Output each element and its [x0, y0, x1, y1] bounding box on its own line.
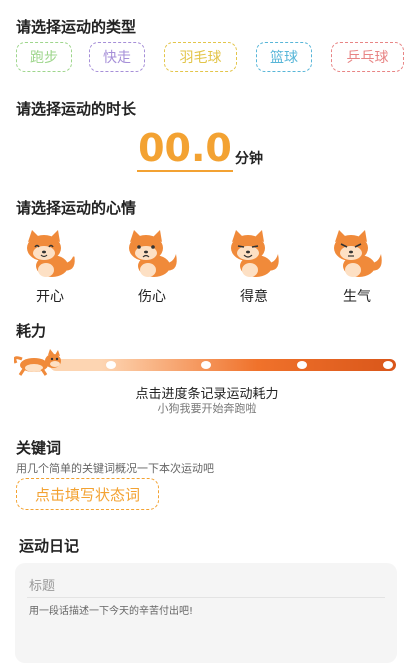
duration-unit: 分钟	[235, 151, 263, 167]
mood-option-angry[interactable]: 生气	[326, 230, 388, 306]
effort-step-dot[interactable]	[383, 361, 393, 369]
mood-label-sad: 伤心	[138, 289, 166, 305]
smug-fox-icon	[231, 230, 279, 277]
keyword-subtitle: 用几个简单的关键词概况一下本次运动吧	[16, 462, 214, 475]
chip-brisk-walk[interactable]: 快走	[89, 42, 145, 72]
mood-option-smug[interactable]: 得意	[223, 230, 285, 306]
diary-body-input[interactable]: 用一段话描述一下今天的辛苦付出吧!	[29, 602, 193, 617]
diary-title-input[interactable]: 标题	[29, 575, 55, 594]
angry-fox-icon	[334, 230, 382, 277]
mood-option-sad[interactable]: 伤心	[121, 230, 183, 306]
effort-step-dot[interactable]	[201, 361, 211, 369]
type-section-title: 请选择运动的类型	[16, 18, 137, 36]
sad-fox-icon	[129, 230, 177, 277]
duration-section-title: 请选择运动的时长	[16, 100, 137, 118]
diary-card: 标题 用一段话描述一下今天的辛苦付出吧!	[15, 563, 397, 663]
chip-badminton[interactable]: 羽毛球	[164, 42, 237, 72]
duration-value[interactable]: 00.0	[137, 128, 233, 168]
running-dog-icon[interactable]	[14, 349, 62, 377]
happy-fox-icon	[27, 230, 75, 277]
chip-running[interactable]: 跑步	[16, 42, 72, 72]
mood-section-title: 请选择运动的心情	[16, 199, 137, 217]
chip-table-tennis[interactable]: 乒乓球	[331, 42, 404, 72]
effort-section-title: 耗力	[16, 322, 47, 340]
effort-subhint: 小狗我要开始奔跑啦	[157, 402, 257, 415]
duration-picker[interactable]: 00.0 分钟	[0, 128, 414, 174]
effort-progress-track[interactable]	[50, 359, 396, 371]
mood-label-angry: 生气	[343, 289, 371, 305]
diary-section-title: 运动日记	[19, 537, 80, 555]
mood-option-happy[interactable]: 开心	[19, 230, 81, 306]
keyword-section-title: 关键词	[16, 439, 62, 457]
add-keyword-button[interactable]: 点击填写状态词	[16, 478, 159, 510]
mood-label-happy: 开心	[36, 289, 64, 305]
effort-step-dot[interactable]	[297, 361, 307, 369]
mood-label-smug: 得意	[240, 289, 268, 305]
duration-underline	[137, 170, 233, 172]
diary-divider	[27, 597, 385, 598]
effort-step-dot[interactable]	[106, 361, 116, 369]
chip-basketball[interactable]: 篮球	[256, 42, 312, 72]
